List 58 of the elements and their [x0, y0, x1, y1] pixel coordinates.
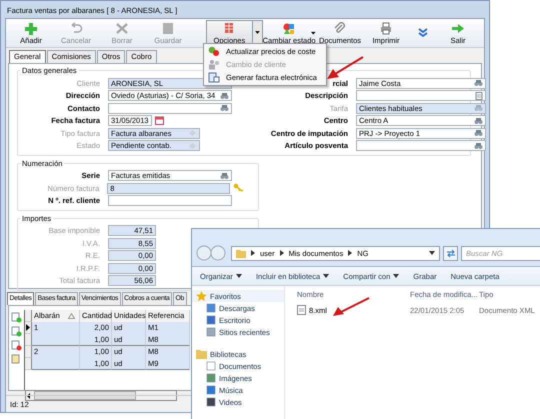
image-icon	[206, 373, 216, 383]
annotation-arrow	[331, 296, 371, 318]
table-cell	[32, 334, 80, 346]
breadcrumb-arrow-icon	[278, 250, 285, 256]
horizontal-scrollbar[interactable]	[25, 390, 177, 401]
key-icon[interactable]	[233, 183, 244, 193]
document-icon	[206, 361, 216, 371]
paperclip-icon	[333, 22, 347, 34]
dropdown-arrow-icon[interactable]	[429, 251, 435, 255]
sort-icon	[68, 313, 75, 319]
dropdown-arrow-icon	[323, 274, 330, 278]
exit-arrow-icon	[451, 22, 465, 34]
film-icon	[206, 397, 216, 407]
people-icon	[208, 59, 220, 70]
input-field[interactable]	[356, 140, 486, 151]
binoculars-icon	[474, 129, 483, 137]
input-field[interactable]	[108, 195, 232, 206]
breadcrumb-arrow-icon	[250, 250, 256, 256]
back-forward-icon[interactable]	[196, 245, 228, 261]
dropdown-arrow-icon	[311, 30, 316, 36]
binoculars-icon	[220, 92, 229, 100]
input-field[interactable]	[356, 90, 486, 101]
input-field[interactable]	[108, 102, 232, 114]
download-folder-icon	[206, 303, 216, 313]
document-icon	[208, 72, 220, 83]
calendar-icon[interactable]	[155, 116, 164, 125]
plus-icon	[24, 22, 38, 34]
desktop-icon	[206, 315, 216, 325]
delete-row-icon[interactable]	[11, 340, 22, 351]
breadcrumb-arrow-icon	[347, 250, 354, 256]
binoculars-icon	[474, 104, 483, 112]
scroll-left-icon[interactable]	[26, 392, 32, 400]
refresh-icon	[446, 248, 456, 258]
table-cell	[32, 358, 80, 370]
binoculars-icon	[220, 104, 229, 112]
binoculars-icon	[474, 79, 483, 87]
document-icon	[297, 305, 306, 315]
library-folder-icon	[196, 349, 207, 359]
binoculars-icon	[220, 172, 229, 180]
shapes-icon	[282, 22, 296, 34]
undo-icon	[69, 22, 83, 34]
printer-icon	[379, 22, 393, 34]
coins-icon	[208, 46, 220, 57]
save-icon	[161, 22, 175, 34]
double-chevron-icon	[418, 28, 428, 38]
row-header[interactable]	[25, 322, 32, 334]
dropdown-arrow-icon	[393, 274, 400, 278]
recent-places-icon	[206, 327, 216, 337]
binoculars-icon	[474, 142, 483, 150]
music-note-icon	[206, 385, 216, 395]
cross-icon	[115, 22, 129, 34]
binoculars-icon	[474, 116, 483, 124]
star-icon	[196, 291, 207, 301]
dropdown-arrow-icon	[236, 274, 242, 278]
refresh-button[interactable]	[443, 246, 458, 260]
annotation-arrow	[325, 55, 365, 81]
note-icon[interactable]	[11, 354, 22, 365]
folder-icon	[236, 248, 246, 258]
